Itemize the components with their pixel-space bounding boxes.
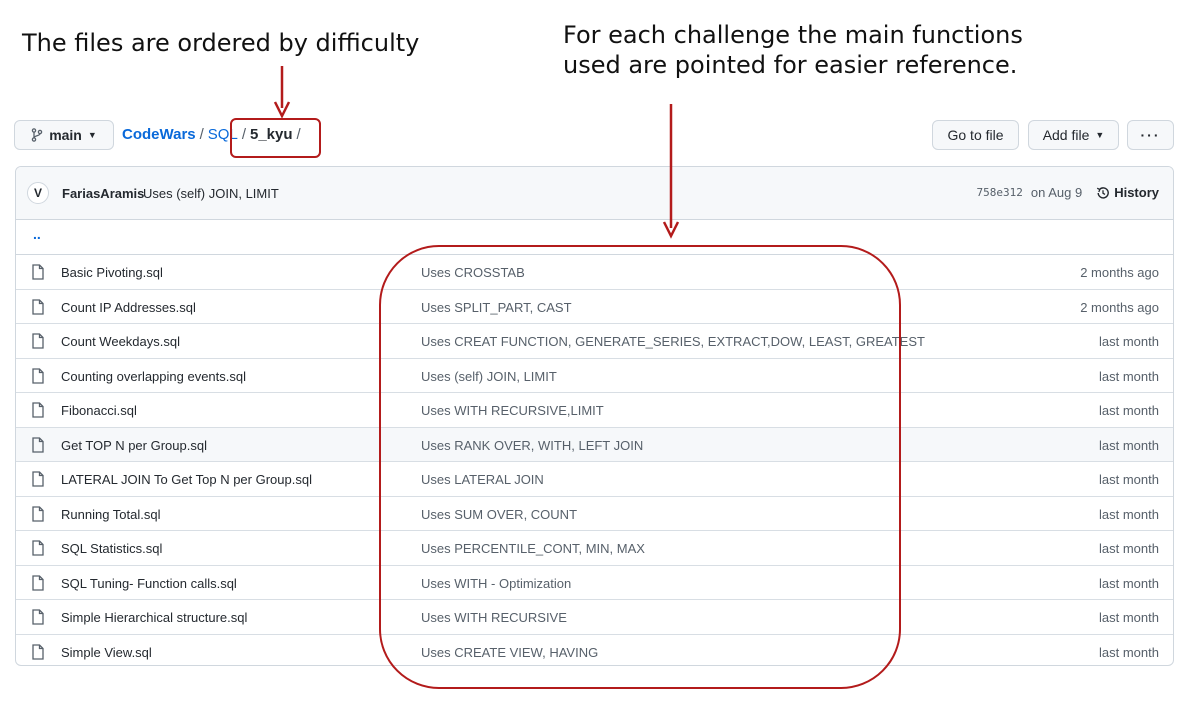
- arrow-down-icon: [273, 66, 291, 119]
- history-icon: [1097, 186, 1110, 199]
- commit-message[interactable]: Uses (self) JOIN, LIMIT: [143, 186, 279, 201]
- file-icon: [32, 643, 44, 660]
- go-to-file-button[interactable]: Go to file: [932, 120, 1019, 150]
- file-age: last month: [1099, 575, 1159, 591]
- file-name-link[interactable]: Running Total.sql: [61, 507, 161, 522]
- file-name-link[interactable]: Counting overlapping events.sql: [61, 369, 246, 384]
- parent-directory-link[interactable]: ..: [33, 226, 41, 242]
- commit-date: on Aug 9: [1030, 185, 1083, 200]
- history-link[interactable]: History: [1096, 185, 1159, 200]
- more-options-button[interactable]: ···: [1127, 120, 1174, 150]
- file-icon: [32, 505, 44, 522]
- file-name-link[interactable]: Simple View.sql: [61, 645, 152, 660]
- functions-annotation: For each challenge the main functions us…: [563, 20, 1023, 80]
- branch-label: main: [49, 127, 82, 143]
- add-file-label: Add file: [1042, 127, 1090, 143]
- history-label: History: [1114, 185, 1159, 200]
- file-age: last month: [1099, 437, 1159, 453]
- avatar[interactable]: V: [27, 182, 49, 204]
- go-to-file-label: Go to file: [947, 127, 1004, 143]
- file-age: last month: [1099, 472, 1159, 487]
- branch-selector-button[interactable]: main ▼: [14, 120, 114, 150]
- highlight-box-functions: [379, 245, 901, 689]
- breadcrumb-separator: /: [199, 126, 204, 143]
- add-file-button[interactable]: Add file ▼: [1028, 120, 1119, 150]
- commit-sha[interactable]: 758e312: [977, 186, 1023, 199]
- file-name-link[interactable]: Get TOP N per Group.sql: [61, 438, 207, 453]
- file-age: last month: [1099, 403, 1159, 418]
- file-name-link[interactable]: SQL Statistics.sql: [61, 541, 162, 556]
- highlight-box-5kyu: [230, 118, 321, 158]
- chevron-down-icon: ▼: [87, 130, 97, 140]
- file-age: last month: [1099, 610, 1159, 625]
- file-age: last month: [1099, 541, 1159, 556]
- difficulty-annotation: The files are ordered by difficulty: [22, 29, 420, 57]
- commit-author[interactable]: FariasAramis: [62, 186, 144, 201]
- chevron-down-icon: ▼: [1095, 130, 1105, 140]
- file-icon: [32, 540, 44, 556]
- file-age: 2 months ago: [1080, 265, 1159, 280]
- functions-annotation-line-1: For each challenge the main functions: [563, 21, 1023, 49]
- breadcrumb-repo-link[interactable]: CodeWars: [122, 126, 196, 143]
- latest-commit-row: V FariasAramis Uses (self) JOIN, LIMIT 7…: [16, 167, 1173, 220]
- file-name-link[interactable]: Count IP Addresses.sql: [61, 300, 196, 315]
- file-name-link[interactable]: Simple Hierarchical structure.sql: [61, 610, 247, 625]
- file-icon: [32, 298, 44, 315]
- file-name-link[interactable]: Basic Pivoting.sql: [61, 265, 163, 280]
- file-age: last month: [1099, 368, 1159, 384]
- file-age: last month: [1099, 334, 1159, 349]
- file-icon: [32, 609, 44, 625]
- functions-annotation-line-2: used are pointed for easier reference.: [563, 51, 1018, 79]
- file-icon: [32, 471, 44, 487]
- file-icon: [32, 264, 44, 280]
- arrow-down-icon: [662, 104, 680, 239]
- file-name-link[interactable]: Fibonacci.sql: [61, 403, 137, 418]
- file-name-link[interactable]: LATERAL JOIN To Get Top N per Group.sql: [61, 472, 312, 487]
- file-icon: [32, 333, 44, 349]
- file-icon: [32, 574, 44, 591]
- file-age: last month: [1099, 644, 1159, 660]
- file-age: last month: [1099, 506, 1159, 522]
- file-icon: [32, 436, 44, 453]
- git-branch-icon: [31, 128, 43, 142]
- file-age: 2 months ago: [1080, 299, 1159, 315]
- file-icon: [32, 402, 44, 418]
- kebab-icon: ···: [1140, 127, 1161, 143]
- avatar-letter: V: [33, 186, 42, 200]
- file-name-link[interactable]: SQL Tuning- Function calls.sql: [61, 576, 237, 591]
- file-icon: [32, 367, 44, 384]
- file-name-link[interactable]: Count Weekdays.sql: [61, 334, 180, 349]
- commit-meta: 758e312 on Aug 9 History: [977, 185, 1159, 200]
